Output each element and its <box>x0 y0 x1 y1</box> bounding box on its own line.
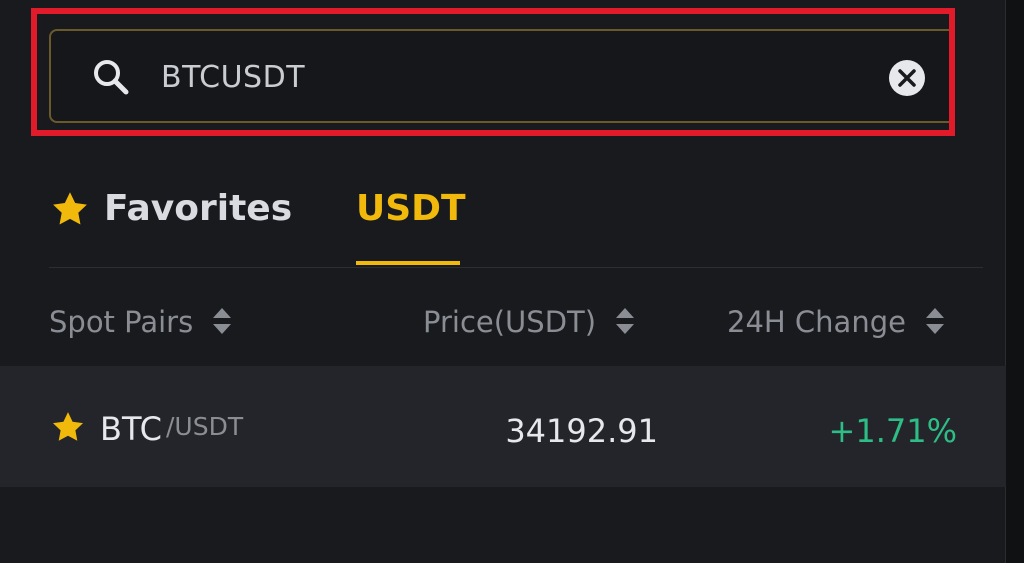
tab-usdt[interactable]: USDT <box>356 186 466 232</box>
markets-panel: Favorites USDT Spot Pairs Price(USDT) 24… <box>0 0 1024 563</box>
last-price: 34192.91 <box>505 412 658 450</box>
pair-base-asset: BTC <box>100 410 162 448</box>
star-icon <box>53 192 87 225</box>
search-input[interactable] <box>161 54 861 100</box>
tabs-divider <box>49 267 983 268</box>
clear-icon[interactable] <box>888 59 926 97</box>
search-icon <box>94 60 129 95</box>
column-header-price[interactable]: Price(USDT) <box>423 302 635 342</box>
tab-usdt-label: USDT <box>356 188 466 229</box>
tab-favorites-label: Favorites <box>104 188 293 229</box>
sort-icon <box>616 308 635 334</box>
panel-edge <box>1005 0 1024 563</box>
star-icon[interactable] <box>51 411 85 443</box>
pair-quote-asset: /USDT <box>166 412 244 441</box>
active-tab-indicator <box>356 261 460 265</box>
tab-favorites[interactable]: Favorites <box>51 186 292 232</box>
price-change-24h: +1.71% <box>828 412 957 450</box>
column-header-spot-pairs[interactable]: Spot Pairs <box>49 302 232 342</box>
column-header-label: Spot Pairs <box>49 305 194 339</box>
column-header-label: Price(USDT) <box>423 305 597 339</box>
column-header-24h-change[interactable]: 24H Change <box>727 302 945 342</box>
table-row[interactable]: BTC /USDT 34192.91 +1.71% <box>0 366 1006 487</box>
sort-icon <box>213 308 232 334</box>
sort-icon <box>926 308 945 334</box>
column-header-label: 24H Change <box>727 305 906 339</box>
